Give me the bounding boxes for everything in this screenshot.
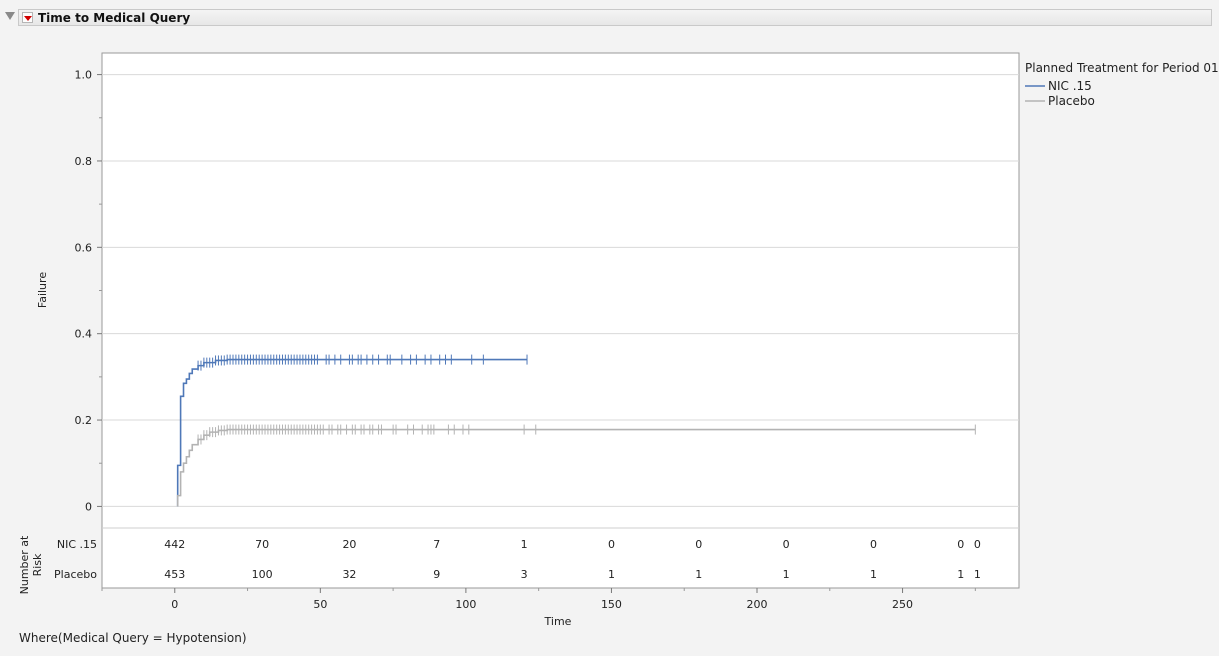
x-tick-label: 50 bbox=[313, 598, 327, 611]
where-clause: Where(Medical Query = Hypotension) bbox=[19, 631, 247, 645]
risk-count: 32 bbox=[342, 568, 356, 581]
y-tick-label: 1.0 bbox=[75, 69, 93, 82]
y-tick-label: 0.8 bbox=[75, 155, 93, 168]
y-axis-label: Failure bbox=[36, 272, 49, 308]
risk-count: 0 bbox=[957, 538, 964, 551]
risk-count: 100 bbox=[252, 568, 273, 581]
legend: Planned Treatment for Period 01 NIC .15Pl… bbox=[1025, 61, 1219, 108]
risk-count: 1 bbox=[870, 568, 877, 581]
risk-count: 0 bbox=[783, 538, 790, 551]
x-tick-label: 0 bbox=[171, 598, 178, 611]
x-axis: 0 50 100 150 200 250 bbox=[101, 588, 976, 611]
risk-count: 1 bbox=[695, 568, 702, 581]
risk-table-label: Number atRisk bbox=[18, 535, 44, 594]
x-tick-label: 150 bbox=[601, 598, 622, 611]
risk-count: 0 bbox=[695, 538, 702, 551]
risk-row-label: Placebo bbox=[54, 568, 97, 581]
risk-count: 1 bbox=[783, 568, 790, 581]
x-axis-label: Time bbox=[544, 615, 572, 628]
risk-count: 1 bbox=[957, 568, 964, 581]
risk-count: 0 bbox=[974, 538, 981, 551]
risk-count: 453 bbox=[164, 568, 185, 581]
kaplan-meier-chart: 00.20.40.60.81.0 0 50 100 150 200 250 Number … bbox=[18, 52, 1219, 628]
x-tick-label: 250 bbox=[892, 598, 913, 611]
risk-count: 9 bbox=[433, 568, 440, 581]
legend-entry: Placebo bbox=[1048, 94, 1095, 108]
risk-count: 20 bbox=[342, 538, 356, 551]
risk-count: 3 bbox=[521, 568, 528, 581]
y-axis: 0 0.2 0.4 0.6 0.8 1.0 bbox=[75, 69, 102, 513]
risk-count: 1 bbox=[974, 568, 981, 581]
y-tick-label: 0.2 bbox=[75, 414, 93, 427]
risk-count: 0 bbox=[870, 538, 877, 551]
x-tick-label: 200 bbox=[747, 598, 768, 611]
y-tick-label: 0 bbox=[85, 500, 92, 513]
risk-row-label: NIC .15 bbox=[57, 538, 97, 551]
risk-count: 70 bbox=[255, 538, 269, 551]
y-tick-label: 0.6 bbox=[75, 241, 93, 254]
risk-count: 7 bbox=[433, 538, 440, 551]
legend-title: Planned Treatment for Period 01 bbox=[1025, 61, 1219, 75]
legend-entry: NIC .15 bbox=[1048, 79, 1092, 93]
risk-count: 1 bbox=[608, 568, 615, 581]
y-tick-label: 0.4 bbox=[75, 328, 93, 341]
plot-frame bbox=[101, 52, 1020, 589]
risk-count: 0 bbox=[608, 538, 615, 551]
x-tick-label: 100 bbox=[455, 598, 476, 611]
risk-count: 1 bbox=[521, 538, 528, 551]
risk-count: 442 bbox=[164, 538, 185, 551]
